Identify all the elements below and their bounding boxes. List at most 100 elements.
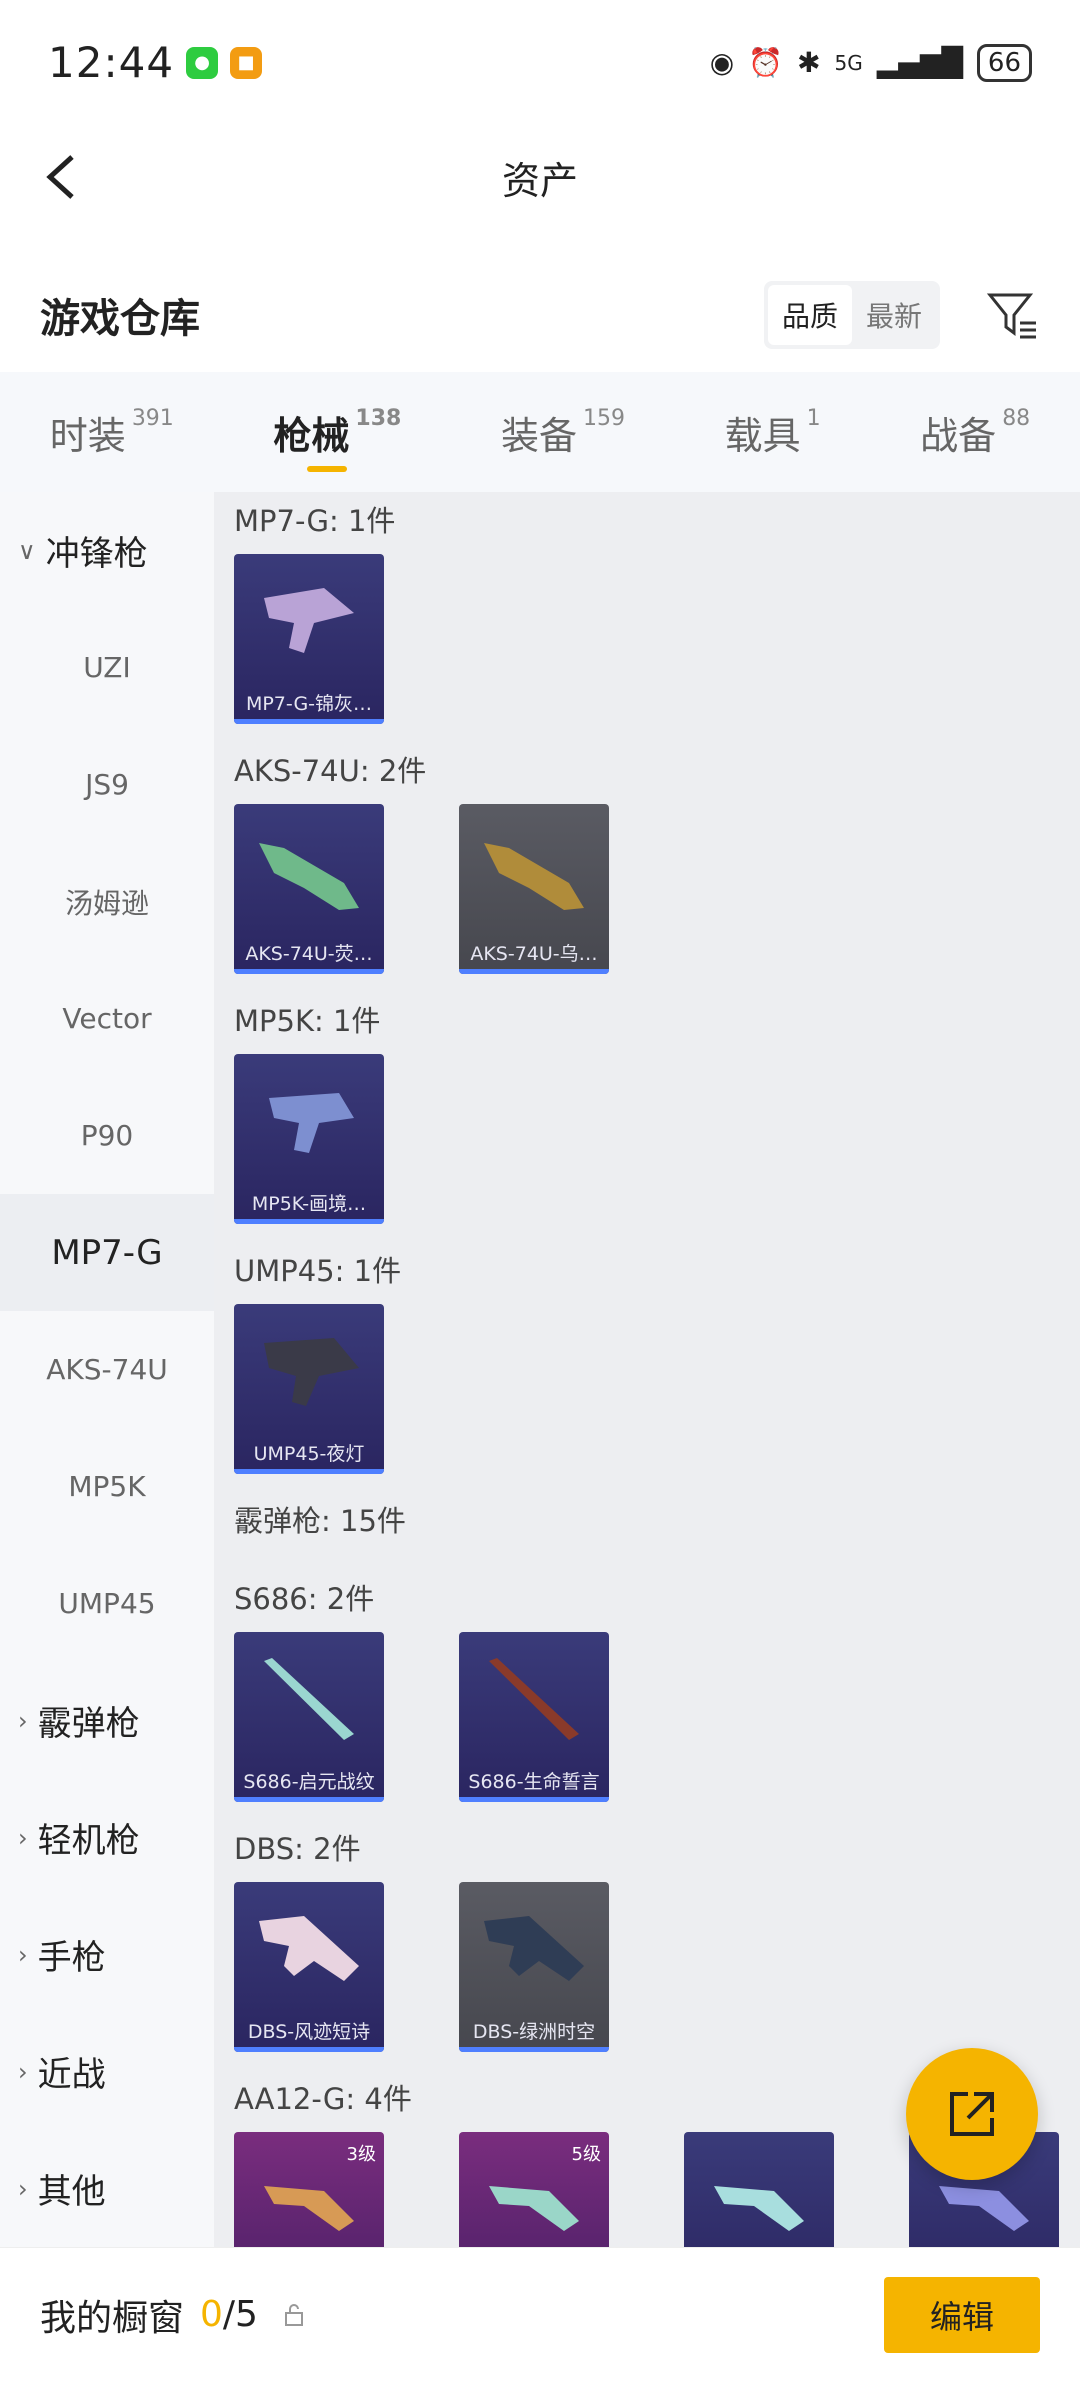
group-title-shotgun: 霰弹枪: 15件 (234, 1504, 406, 1538)
sidebar-category-label: 其他 (37, 2172, 106, 2212)
weapon-image (264, 2186, 354, 2231)
back-arrow-icon[interactable] (32, 147, 92, 207)
rarity-bar (234, 1219, 384, 1224)
weapon-card[interactable] (684, 2132, 834, 2247)
battery-level: 66 (987, 47, 1021, 78)
sidebar-item-thompson[interactable]: 汤姆逊 (0, 843, 214, 960)
share-icon (950, 2092, 994, 2136)
sidebar-category-other[interactable]: › 其他 (0, 2130, 214, 2247)
sidebar-item-mp7g[interactable]: MP7-G (0, 1194, 214, 1311)
weapon-card[interactable]: DBS-风迹短诗 (234, 1882, 384, 2052)
sidebar-item-vector[interactable]: Vector (0, 960, 214, 1077)
weapon-name: MP5K-画境… (251, 1193, 367, 1215)
filter-icon[interactable] (984, 287, 1040, 343)
tab-supplies[interactable]: 战备 88 (920, 372, 1030, 492)
header: 资产 (0, 125, 1080, 230)
rarity-bar (459, 1797, 609, 1802)
warehouse-title: 游戏仓库 (40, 296, 200, 342)
weapon-name: AKS-74U-荧… (245, 943, 373, 965)
tab-firearms[interactable]: 枪械 138 (273, 372, 401, 492)
rarity-bar (459, 969, 609, 974)
weapon-card[interactable]: AKS-74U-乌… (459, 804, 609, 974)
tab-fashion[interactable]: 时装 391 (50, 372, 174, 492)
rarity-bar (234, 1797, 384, 1802)
sidebar-item-js9[interactable]: JS9 (0, 726, 214, 843)
sidebar-item-uzi[interactable]: UZI (0, 609, 214, 726)
rarity-bar (234, 719, 384, 724)
sidebar-item-ump45[interactable]: UMP45 (0, 1545, 214, 1662)
tab-count: 138 (355, 405, 402, 431)
weapon-image (269, 1093, 354, 1153)
sidebar-category-label: 轻机枪 (37, 1821, 140, 1861)
weapon-name: S686-生命誓言 (468, 1771, 600, 1793)
tab-count: 391 (131, 405, 174, 431)
weapon-image (264, 1338, 359, 1406)
eye-icon: ◉ (709, 46, 735, 79)
weapon-card[interactable]: DBS-绿洲时空 (459, 1882, 609, 2052)
chevron-right-icon: › (18, 1823, 28, 1852)
rarity-bar (459, 2047, 609, 2052)
rarity-bar (234, 969, 384, 974)
weapon-card[interactable]: 3级 (234, 2132, 384, 2247)
battery-icon: 66 (976, 43, 1032, 82)
tab-label: 装备 (500, 413, 577, 458)
sort-latest-button[interactable]: 最新 (852, 285, 936, 345)
weapon-card[interactable]: UMP45-夜灯 (234, 1304, 384, 1474)
weapon-name: DBS-绿洲时空 (472, 2021, 596, 2043)
edit-button[interactable]: 编辑 (884, 2276, 1040, 2353)
weapon-sidebar: ∨ 冲锋枪 UZI JS9 汤姆逊 Vector P90 MP7-G AKS-74… (0, 492, 214, 2247)
group-title-mp5k: MP5K: 1件 (234, 1004, 381, 1038)
weapon-name: DBS-风迹短诗 (247, 2021, 371, 2043)
tab-count: 159 (582, 405, 625, 431)
status-bar: 12:44 ● ■ ◉ ⏰ ✱ 5G ▂▄▆█ 66 (0, 0, 1080, 125)
bottom-bar: 我的橱窗 0 /5 编辑 (0, 2247, 1080, 2381)
tab-vehicles[interactable]: 载具 1 (725, 372, 821, 492)
sidebar-category-pistol[interactable]: › 手枪 (0, 1896, 214, 2013)
share-button[interactable] (906, 2048, 1038, 2180)
tab-label: 战备 (920, 413, 997, 458)
sidebar-category-melee[interactable]: › 近战 (0, 2013, 214, 2130)
sidebar-category-label: 手枪 (37, 1938, 106, 1978)
tab-equipment[interactable]: 装备 159 (501, 372, 625, 492)
showcase-count: 0 (200, 2294, 223, 2335)
tab-active-underline (307, 466, 348, 472)
weapon-image (484, 843, 584, 910)
category-tabs: 时装 391 枪械 138 装备 159 载具 1 战备 88 (0, 372, 1080, 492)
weapon-card[interactable]: S686-生命誓言 (459, 1632, 609, 1802)
weapon-card[interactable]: MP7-G-锦灰… (234, 554, 384, 724)
group-title-s686: S686: 2件 (234, 1582, 375, 1616)
sidebar-item-p90[interactable]: P90 (0, 1077, 214, 1194)
weapon-name: AKS-74U-乌… (470, 943, 598, 965)
weapon-name: UMP45-夜灯 (253, 1443, 365, 1465)
chevron-right-icon: › (18, 2057, 28, 2086)
sort-quality-button[interactable]: 品质 (767, 285, 852, 345)
sort-toggle: 品质 最新 (763, 281, 940, 349)
weapon-card[interactable]: 5级 (459, 2132, 609, 2247)
sidebar-item-aks74u[interactable]: AKS-74U (0, 1311, 214, 1428)
group-title-mp7: MP7-G: 1件 (234, 504, 396, 538)
page-title: 资产 (501, 159, 578, 203)
alarm-icon: ⏰ (748, 46, 784, 79)
weapon-image (489, 2186, 579, 2231)
tab-label: 枪械 (273, 413, 350, 458)
showcase-total: /5 (222, 2294, 258, 2335)
sidebar-category-label: 冲锋枪 (45, 534, 148, 574)
weapon-card[interactable]: AKS-74U-荧… (234, 804, 384, 974)
tab-count: 1 (806, 405, 821, 431)
sidebar-category-shotgun[interactable]: › 霰弹枪 (0, 1662, 214, 1779)
weapon-image (259, 1916, 359, 1981)
status-icons: ◉ ⏰ ✱ 5G ▂▄▆█ 66 (709, 43, 1032, 82)
weapon-card[interactable]: MP5K-画境… (234, 1054, 384, 1224)
bluetooth-icon: ✱ (797, 46, 821, 79)
chevron-right-icon: › (18, 1706, 28, 1735)
weapon-name: MP7-G-锦灰… (245, 693, 373, 715)
weapon-grid: MP7-G: 1件 MP7-G-锦灰… AKS-74U: 2件 AKS-74U-… (214, 492, 1080, 2247)
weapon-card[interactable]: S686-启元战纹 (234, 1632, 384, 1802)
chevron-right-icon: › (18, 1940, 28, 1969)
sidebar-category-lmg[interactable]: › 轻机枪 (0, 1779, 214, 1896)
weapon-image (484, 1916, 584, 1981)
game-icon: ■ (230, 46, 263, 79)
sidebar-item-mp5k[interactable]: MP5K (0, 1428, 214, 1545)
network-label: 5G (834, 50, 863, 75)
sidebar-category-smg[interactable]: ∨ 冲锋枪 (0, 492, 214, 609)
